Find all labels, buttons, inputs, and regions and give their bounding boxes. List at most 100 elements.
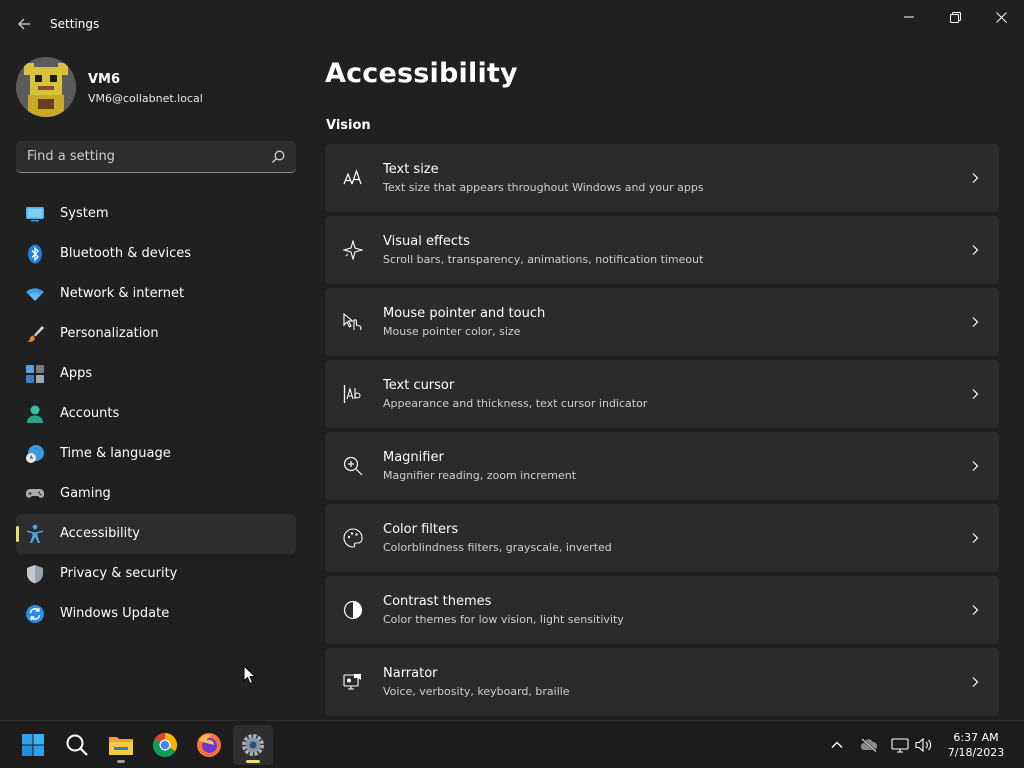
taskbar-file-explorer[interactable] — [101, 725, 141, 765]
card-subtitle: Magnifier reading, zoom increment — [383, 469, 577, 482]
sidebar-item-accessibility[interactable]: Accessibility — [16, 514, 296, 554]
globe-clock-icon — [26, 445, 44, 463]
network-tray-button[interactable] — [890, 735, 910, 755]
chevron-right-icon — [972, 605, 979, 615]
card-visual-effects[interactable]: Visual effects Scroll bars, transparency… — [325, 216, 999, 284]
section-title: Vision — [326, 118, 371, 133]
chevron-right-icon — [972, 245, 979, 255]
contrast-icon — [343, 600, 363, 620]
palette-icon — [343, 528, 363, 548]
sidebar-item-label: Bluetooth & devices — [60, 246, 191, 261]
magnifier-icon — [343, 456, 363, 476]
card-subtitle: Colorblindness filters, grayscale, inver… — [383, 541, 612, 554]
onedrive-tray-button[interactable] — [859, 735, 879, 755]
sidebar-item-label: Accounts — [60, 406, 120, 421]
restore-icon — [949, 11, 961, 23]
wifi-icon — [26, 288, 44, 301]
taskbar-settings[interactable] — [233, 725, 273, 765]
card-title: Text size — [383, 162, 439, 177]
apps-icon — [26, 365, 44, 383]
taskbar-firefox[interactable] — [189, 725, 229, 765]
person-icon — [27, 405, 43, 423]
network-icon — [891, 738, 909, 753]
title-bar: Settings — [0, 0, 1024, 48]
pointer-touch-icon — [343, 312, 362, 331]
card-contrast-themes[interactable]: Contrast themes Color themes for low vis… — [325, 576, 999, 644]
card-subtitle: Color themes for low vision, light sensi… — [383, 613, 624, 626]
chevron-right-icon — [972, 677, 979, 687]
restore-button[interactable] — [932, 4, 978, 30]
text-cursor-icon — [343, 385, 361, 403]
sidebar-nav: System Bluetooth & devices Network & int… — [16, 194, 296, 634]
card-subtitle: Appearance and thickness, text cursor in… — [383, 397, 648, 410]
card-title: Narrator — [383, 666, 438, 681]
card-text-size[interactable]: Text size Text size that appears through… — [325, 144, 999, 212]
minimize-button[interactable] — [886, 4, 932, 30]
close-icon — [995, 11, 1007, 23]
search-input[interactable] — [16, 141, 266, 172]
show-hidden-icons-button[interactable] — [827, 735, 847, 755]
taskbar-search-button[interactable] — [57, 725, 97, 765]
taskbar-clock[interactable]: 6:37 AM 7/18/2023 — [940, 730, 1012, 760]
card-title: Contrast themes — [383, 594, 492, 609]
sidebar-item-windows-update[interactable]: Windows Update — [16, 594, 296, 634]
shield-icon — [27, 565, 43, 584]
search-icon — [66, 734, 88, 756]
running-indicator — [117, 760, 125, 763]
taskbar-chrome[interactable] — [145, 725, 185, 765]
start-button[interactable] — [13, 725, 53, 765]
cloud-offline-icon — [860, 738, 878, 752]
sidebar-item-apps[interactable]: Apps — [16, 354, 296, 394]
start-icon — [22, 734, 44, 756]
volume-tray-button[interactable] — [914, 735, 934, 755]
sidebar-item-bluetooth[interactable]: Bluetooth & devices — [16, 234, 296, 274]
search-box — [16, 141, 296, 173]
sidebar-item-gaming[interactable]: Gaming — [16, 474, 296, 514]
update-icon — [26, 605, 44, 623]
sidebar-item-label: Apps — [60, 366, 93, 381]
card-mouse-pointer-touch[interactable]: Mouse pointer and touch Mouse pointer co… — [325, 288, 999, 356]
accessibility-icon — [27, 524, 43, 543]
settings-icon — [242, 734, 264, 756]
sidebar-item-label: Accessibility — [60, 526, 140, 541]
gamepad-icon — [26, 489, 44, 498]
sidebar-item-label: Windows Update — [60, 606, 170, 621]
card-narrator[interactable]: Narrator Voice, verbosity, keyboard, bra… — [325, 648, 999, 716]
sidebar-item-label: Privacy & security — [60, 566, 178, 581]
user-profile[interactable]: VM6 VM6@collabnet.local — [16, 56, 296, 118]
search-icon[interactable] — [270, 149, 286, 165]
bluetooth-icon — [28, 244, 42, 264]
sidebar-item-privacy-security[interactable]: Privacy & security — [16, 554, 296, 594]
sidebar-item-network[interactable]: Network & internet — [16, 274, 296, 314]
firefox-icon — [197, 733, 221, 757]
card-title: Mouse pointer and touch — [383, 306, 546, 321]
close-button[interactable] — [978, 4, 1024, 30]
sidebar-item-label: Gaming — [60, 486, 111, 501]
sidebar-item-personalization[interactable]: Personalization — [16, 314, 296, 354]
chevron-right-icon — [972, 461, 979, 471]
card-title: Visual effects — [383, 234, 470, 249]
card-title: Text cursor — [383, 378, 455, 393]
mouse-cursor-icon — [243, 665, 257, 685]
card-color-filters[interactable]: Color filters Colorblindness filters, gr… — [325, 504, 999, 572]
sidebar-item-system[interactable]: System — [16, 194, 296, 234]
sidebar-item-accounts[interactable]: Accounts — [16, 394, 296, 434]
user-email: VM6@collabnet.local — [88, 92, 203, 105]
card-subtitle: Scroll bars, transparency, animations, n… — [383, 253, 704, 266]
minimize-icon — [904, 16, 914, 18]
card-subtitle: Mouse pointer color, size — [383, 325, 521, 338]
card-title: Color filters — [383, 522, 459, 537]
brush-icon — [27, 326, 44, 342]
system-icon — [26, 207, 44, 222]
chrome-icon — [152, 733, 178, 758]
card-magnifier[interactable]: Magnifier Magnifier reading, zoom increm… — [325, 432, 999, 500]
sidebar-item-label: Personalization — [60, 326, 159, 341]
sidebar-item-label: Time & language — [60, 446, 171, 461]
sidebar-item-label: System — [60, 206, 109, 221]
card-text-cursor[interactable]: Text cursor Appearance and thickness, te… — [325, 360, 999, 428]
window-title: Settings — [50, 17, 100, 31]
card-subtitle: Voice, verbosity, keyboard, braille — [383, 685, 570, 698]
sidebar-item-time-language[interactable]: Time & language — [16, 434, 296, 474]
back-button[interactable] — [10, 10, 38, 38]
card-subtitle: Text size that appears throughout Window… — [383, 181, 704, 194]
